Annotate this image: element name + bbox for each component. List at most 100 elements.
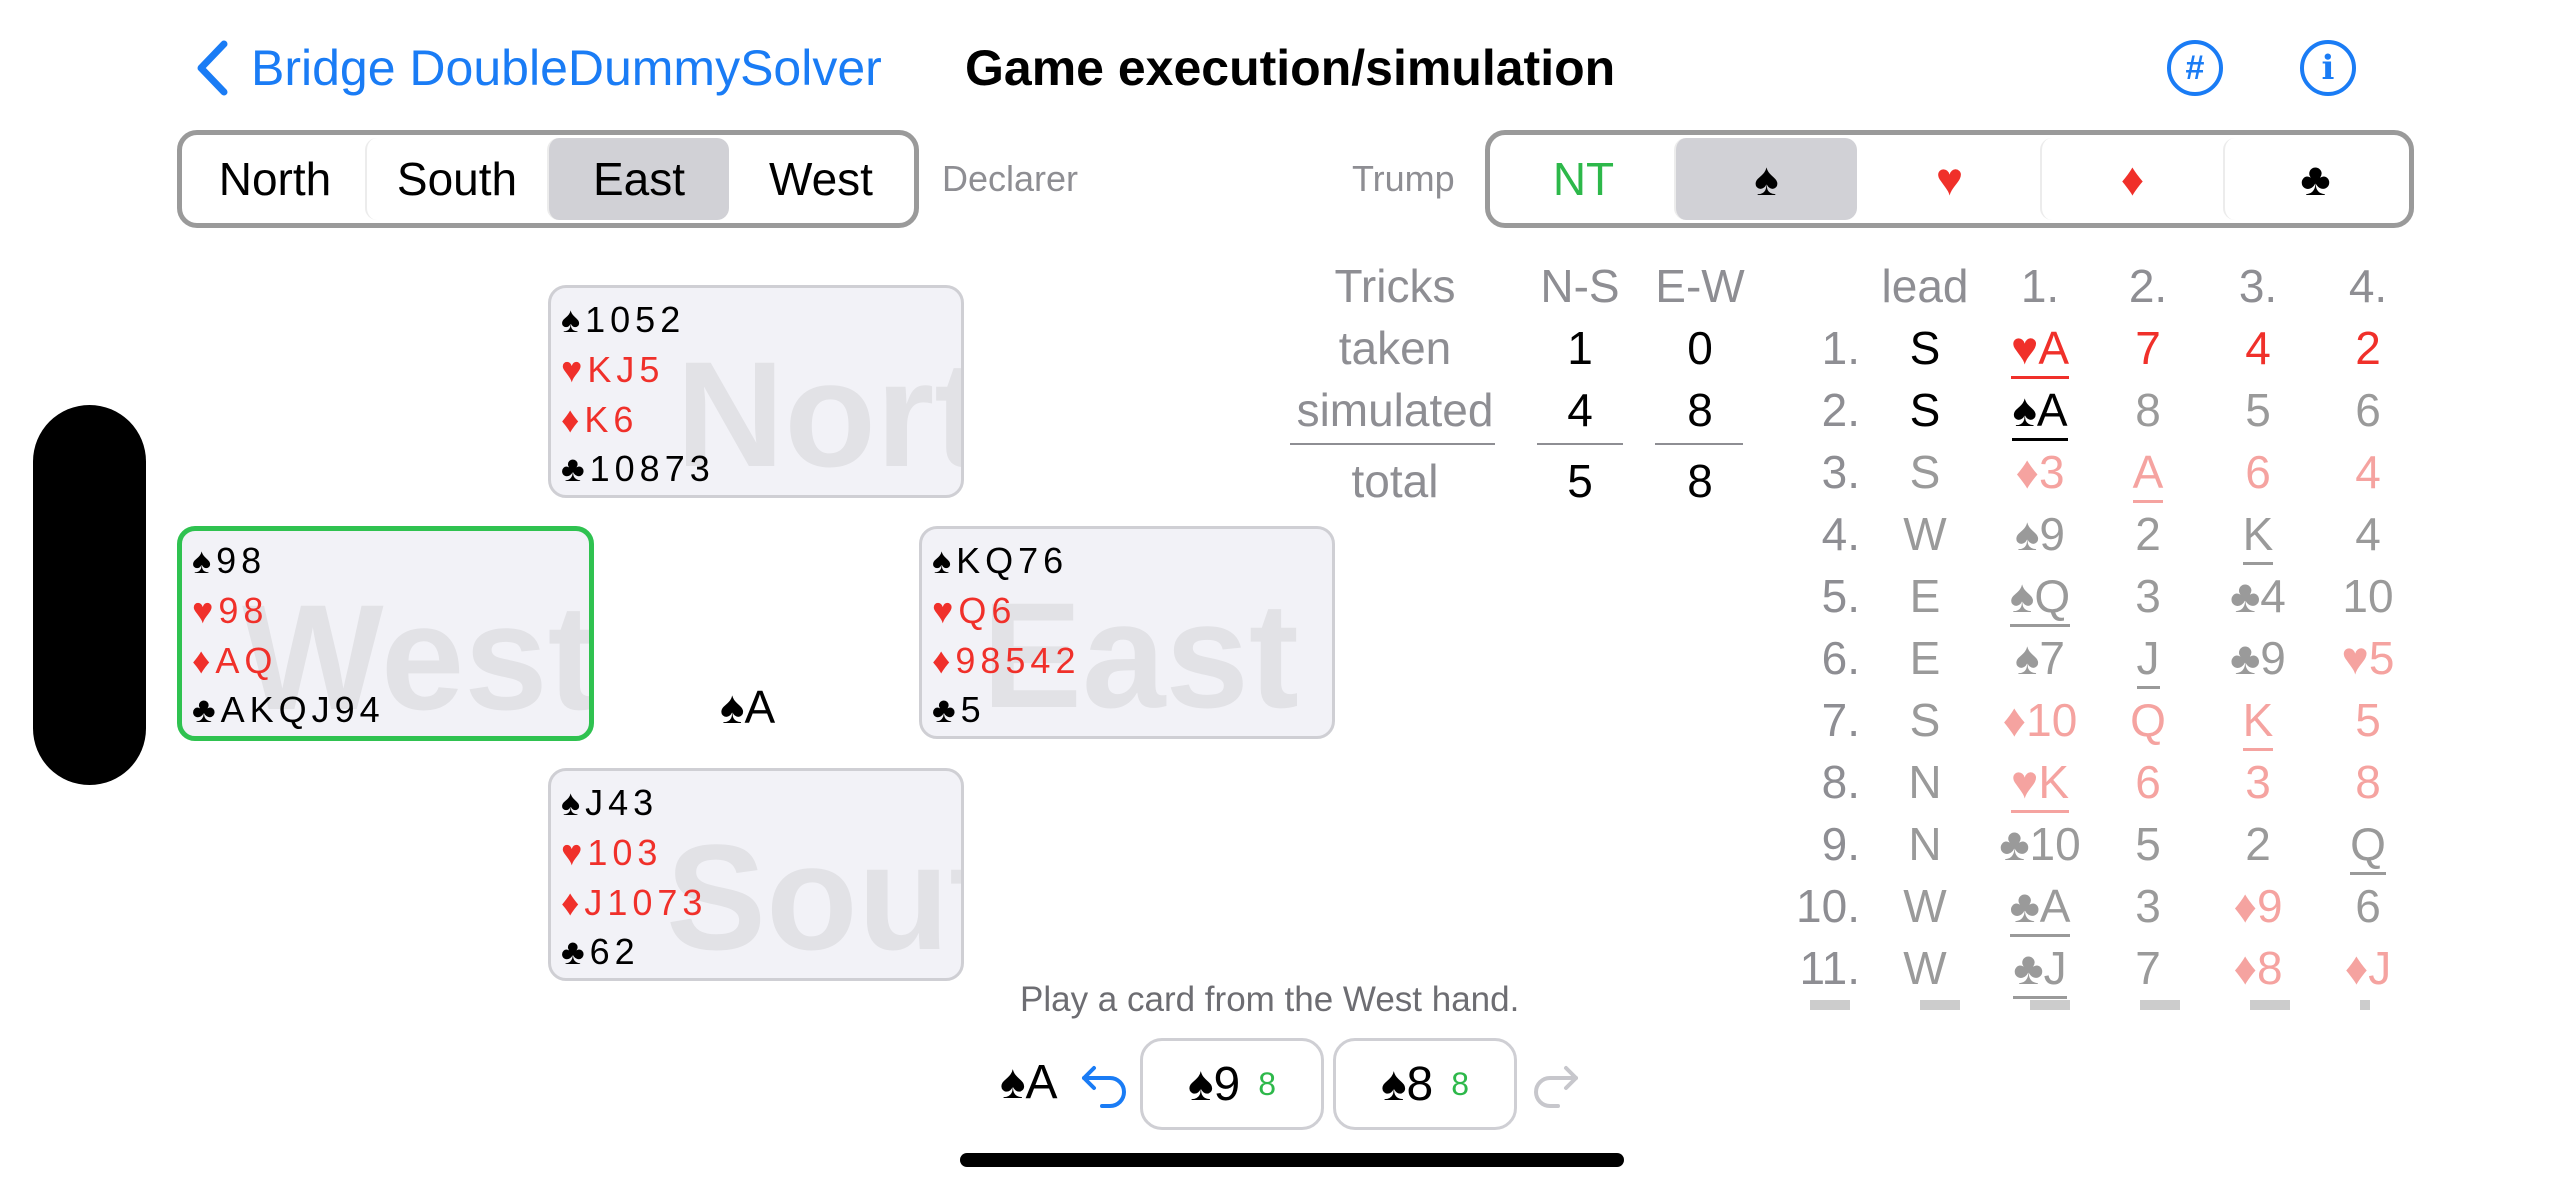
trick-card: ♦J: [2318, 945, 2410, 991]
trick-number: 10.: [1796, 880, 1860, 932]
hand-south-watermark: South: [666, 813, 961, 981]
device-cutout: [33, 405, 146, 785]
trick-card: 5: [2208, 387, 2308, 433]
trick-number: 5.: [1821, 570, 1860, 622]
played-card: ♠A: [720, 681, 776, 733]
trick-card-text: 4: [2245, 322, 2271, 374]
play-card-option-1[interactable]: ♠9 8: [1140, 1038, 1324, 1130]
hand-north-watermark: North: [676, 330, 961, 498]
score-total-ew: 8: [1687, 455, 1713, 507]
trick-card: 6: [2208, 449, 2308, 495]
trump-nt[interactable]: NT: [1493, 138, 1674, 220]
trick-card-text: 7: [2135, 942, 2161, 994]
trick-card-text: 2: [2245, 818, 2271, 870]
trick-card: 3: [2098, 573, 2198, 619]
home-indicator[interactable]: [960, 1153, 1624, 1167]
option-2-count: 8: [1451, 1065, 1469, 1102]
trick-card-text: 4: [2355, 446, 2381, 498]
trick-card: 4: [2318, 511, 2410, 557]
score-label-total: total: [1351, 455, 1439, 507]
trump-segmented-control: NT ♠ ♥ ♦ ♣: [1485, 130, 2414, 228]
trick-card: 4: [2318, 449, 2410, 495]
tricks-table[interactable]: lead 1. 2. 3. 4. 1. S ♥A 7 4 2 2. S ♠A 8 5 6 3. S ♦3 A 6…: [1780, 255, 2410, 1010]
play-card-option-2[interactable]: ♠8 8: [1333, 1038, 1517, 1130]
declarer-south[interactable]: South: [365, 138, 547, 220]
trick-lead: N: [1908, 756, 1942, 808]
declarer-east[interactable]: East: [547, 138, 729, 220]
trump-clubs[interactable]: ♣: [2223, 138, 2406, 220]
trick-card: 2: [2208, 821, 2308, 867]
trick-card: 6: [2098, 759, 2198, 805]
redo-button[interactable]: [1530, 1058, 1582, 1110]
option-1-card: ♠9: [1188, 1057, 1241, 1111]
trick-card-text: 5: [2355, 694, 2381, 746]
trick-card-text: ♥K: [2011, 756, 2069, 813]
trick-card: ♦9: [2208, 883, 2308, 929]
option-2-card: ♠8: [1381, 1057, 1434, 1111]
trick-card-text: ♦10: [2002, 694, 2078, 746]
hand-west[interactable]: West ♠98 ♥98 ♦AQ ♣AKQJ94: [177, 526, 594, 741]
trick-card: ♦3: [1990, 449, 2090, 495]
info-icon: i: [2321, 48, 2335, 88]
trick-card-text: 3: [2135, 880, 2161, 932]
south-diamonds: ♦J1073: [561, 882, 708, 923]
trick-card-text: 6: [2355, 384, 2381, 436]
trick-card: 2: [2098, 511, 2198, 557]
trick-card-text: 5: [2135, 818, 2161, 870]
trick-lead: E: [1909, 570, 1941, 622]
south-spades: ♠J43: [561, 782, 659, 823]
trick-card: 7: [2098, 325, 2198, 371]
trump-spades[interactable]: ♠: [1674, 138, 1857, 220]
trick-card: 5: [2098, 821, 2198, 867]
trick-card-text: 3: [2245, 756, 2271, 808]
trump-diamonds[interactable]: ♦: [2040, 138, 2223, 220]
declarer-west[interactable]: West: [729, 138, 911, 220]
trick-card-text: 6: [2135, 756, 2161, 808]
south-clubs: ♣62: [561, 931, 640, 972]
back-button[interactable]: Bridge DoubleDummySolver: [195, 30, 882, 105]
trick-card-text: J: [2136, 632, 2160, 689]
trick-lead: E: [1909, 632, 1941, 684]
hash-button[interactable]: #: [2167, 40, 2223, 96]
trick-card-text: ♦9: [2233, 880, 2283, 932]
trick-number: 2.: [1821, 384, 1860, 436]
trick-card-text: ♣A: [2009, 880, 2071, 937]
option-1-count: 8: [1258, 1065, 1276, 1102]
score-taken-ew: 0: [1687, 322, 1713, 374]
trick-card: K: [2208, 508, 2308, 565]
trick-card-text: ♣4: [2230, 570, 2286, 622]
tricks-header-2: 2.: [2128, 260, 2168, 312]
score-label-taken: taken: [1338, 322, 1452, 374]
trick-card-text: ♠9: [2014, 508, 2066, 560]
trick-card-text: ♦3: [2015, 446, 2065, 498]
trick-card: A: [2098, 446, 2198, 503]
declarer-north[interactable]: North: [185, 138, 365, 220]
score-header-ew: E-W: [1655, 260, 1745, 312]
trick-number: 9.: [1821, 818, 1860, 870]
score-divider: [1290, 443, 1495, 445]
score-header-ns: N-S: [1540, 260, 1620, 312]
hand-north: North ♠1052 ♥KJ5 ♦K6 ♣10873: [548, 285, 964, 498]
trick-card: 6: [2318, 387, 2410, 433]
trick-card-text: ♦J: [2344, 942, 2392, 994]
hand-south: South ♠J43 ♥103 ♦J1073 ♣62: [548, 768, 964, 981]
trick-card-text: 6: [2355, 880, 2381, 932]
score-label-simulated: simulated: [1296, 384, 1494, 436]
trick-card-text: ♠7: [2014, 632, 2066, 684]
score-divider-ew: [1655, 443, 1743, 445]
trick-card: 3: [2098, 883, 2198, 929]
west-clubs: ♣AKQJ94: [192, 689, 385, 730]
west-hearts: ♥98: [192, 590, 269, 631]
redo-icon: [1534, 1066, 1578, 1108]
trump-hearts[interactable]: ♥: [1857, 138, 2040, 220]
trick-lead: S: [1909, 322, 1941, 374]
undo-button[interactable]: [1078, 1058, 1130, 1110]
trick-card: 10: [2318, 573, 2410, 619]
info-button[interactable]: i: [2300, 40, 2356, 96]
trick-card: 8: [2098, 387, 2198, 433]
trick-card: J: [2098, 632, 2198, 689]
trick-card: ♥5: [2318, 635, 2410, 681]
trick-card: 7: [2098, 945, 2198, 991]
trick-card: 5: [2318, 697, 2410, 743]
score-total-ns: 5: [1567, 455, 1593, 507]
